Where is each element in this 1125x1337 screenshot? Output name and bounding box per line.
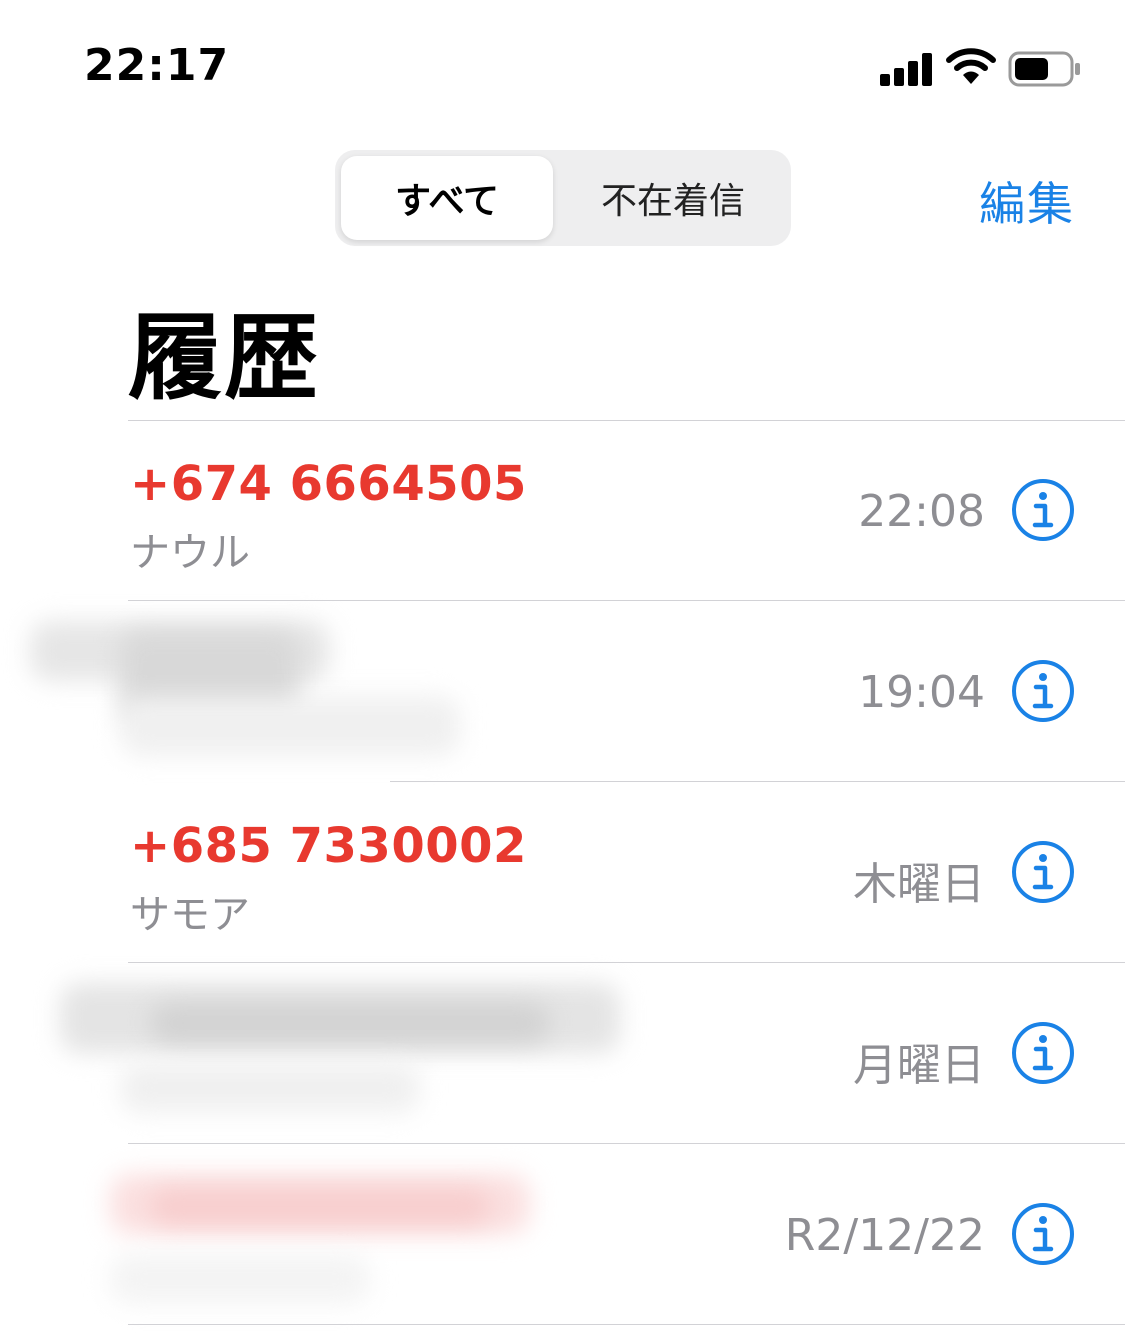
call-name: +674 6664505 — [130, 456, 527, 512]
segmented-control: すべて 不在着信 — [335, 150, 791, 246]
info-icon[interactable] — [1011, 1021, 1075, 1085]
edit-button[interactable]: 編集 — [979, 168, 1075, 234]
call-row[interactable]: R2/12/22 — [0, 1144, 1125, 1324]
call-time: 木曜日 — [853, 859, 985, 910]
call-row[interactable]: +674 6664505 ナウル 22:08 — [0, 420, 1125, 600]
call-row[interactable]: 19:04 — [0, 601, 1125, 781]
redacted-name — [150, 1189, 490, 1224]
segment-missed[interactable]: 不在着信 — [561, 156, 785, 240]
redacted-name — [150, 1003, 550, 1043]
battery-icon — [1008, 51, 1080, 87]
wifi-icon — [946, 48, 996, 84]
info-icon[interactable] — [1011, 659, 1075, 723]
info-icon[interactable] — [1011, 840, 1075, 904]
call-location: サモア — [130, 892, 250, 938]
redacted-subtitle — [120, 1063, 420, 1113]
call-time: 19:04 — [858, 667, 985, 718]
call-time: R2/12/22 — [784, 1210, 985, 1261]
info-icon[interactable] — [1011, 1202, 1075, 1266]
call-time: 22:08 — [858, 486, 985, 537]
redacted-subtitle — [120, 696, 460, 756]
segment-all[interactable]: すべて — [341, 156, 553, 240]
divider — [128, 1324, 1125, 1325]
status-bar: 22:17 — [0, 0, 1125, 130]
page-title: 履歴 — [128, 304, 321, 413]
signal-icon — [880, 52, 936, 86]
info-icon[interactable] — [1011, 478, 1075, 542]
call-location: ナウル — [130, 530, 250, 576]
call-row[interactable]: 月曜日 — [0, 963, 1125, 1143]
call-name: +685 7330002 — [130, 818, 527, 874]
redacted-subtitle — [110, 1254, 370, 1304]
call-time: 月曜日 — [853, 1040, 985, 1091]
call-row[interactable]: +685 7330002 サモア 木曜日 — [0, 782, 1125, 962]
status-time: 22:17 — [84, 40, 230, 91]
